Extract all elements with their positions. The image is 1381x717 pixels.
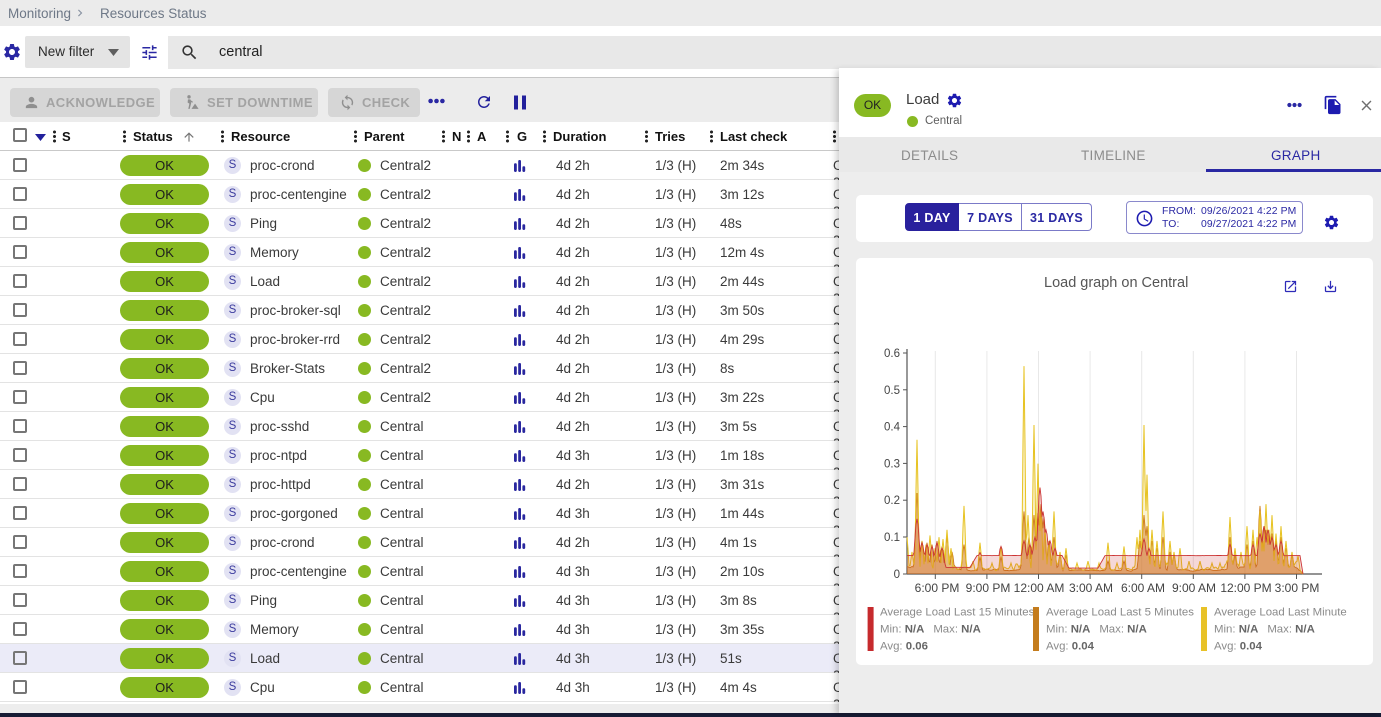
svg-text:3:00 PM: 3:00 PM <box>1275 581 1320 595</box>
svg-text:6:00 PM: 6:00 PM <box>915 581 960 595</box>
svg-text:12:00 PM: 12:00 PM <box>1220 581 1271 595</box>
svg-text:0.6: 0.6 <box>884 348 900 360</box>
svg-text:Avg: 0.06: Avg: 0.06 <box>880 641 928 653</box>
svg-text:0: 0 <box>894 569 900 581</box>
svg-text:0.3: 0.3 <box>884 458 900 470</box>
svg-text:Average Load Last Minute: Average Load Last Minute <box>1214 607 1347 619</box>
svg-text:6:00 AM: 6:00 AM <box>1121 581 1165 595</box>
svg-text:Min: N/AMax: N/A: Min: N/AMax: N/A <box>1214 624 1315 636</box>
svg-text:0.2: 0.2 <box>884 495 900 507</box>
svg-text:0.4: 0.4 <box>884 422 901 434</box>
svg-text:Avg: 0.04: Avg: 0.04 <box>1214 641 1263 653</box>
svg-text:12:00 AM: 12:00 AM <box>1014 581 1065 595</box>
svg-text:Avg: 0.04: Avg: 0.04 <box>1046 641 1095 653</box>
svg-text:0.1: 0.1 <box>884 532 900 544</box>
svg-text:9:00 AM: 9:00 AM <box>1172 581 1216 595</box>
svg-text:Min: N/AMax: N/A: Min: N/AMax: N/A <box>1046 624 1147 636</box>
svg-text:3:00 AM: 3:00 AM <box>1069 581 1113 595</box>
svg-text:Min: N/AMax: N/A: Min: N/AMax: N/A <box>880 624 981 636</box>
svg-text:Average Load Last 5 Minutes: Average Load Last 5 Minutes <box>1046 607 1194 619</box>
svg-text:Average Load Last 15 Minutes: Average Load Last 15 Minutes <box>880 607 1035 619</box>
svg-text:9:00 PM: 9:00 PM <box>966 581 1011 595</box>
svg-text:0.5: 0.5 <box>884 385 900 397</box>
